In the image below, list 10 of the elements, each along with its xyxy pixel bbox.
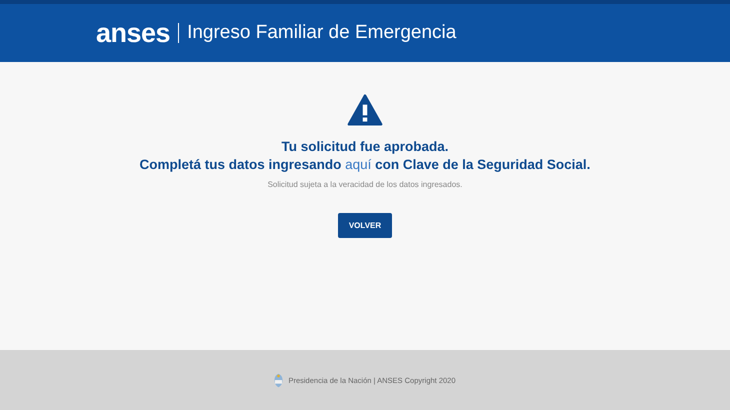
page-title: Ingreso Familiar de Emergencia: [187, 22, 456, 44]
back-button[interactable]: VOLVER: [338, 213, 392, 238]
logo: anses: [96, 18, 170, 48]
message-heading: Tu solicitud fue aprobada.: [281, 138, 448, 156]
disclaimer-text: Solicitud sujeta a la veracidad de los datos ingresados.: [268, 180, 462, 189]
here-link[interactable]: aquí: [345, 157, 372, 172]
shield-icon: [274, 372, 284, 388]
divider-bar: [178, 23, 180, 43]
message-text: Completá tus datos ingresando aquí con Clave de la Seguridad Social.: [140, 156, 590, 174]
warning-icon: [347, 94, 383, 126]
